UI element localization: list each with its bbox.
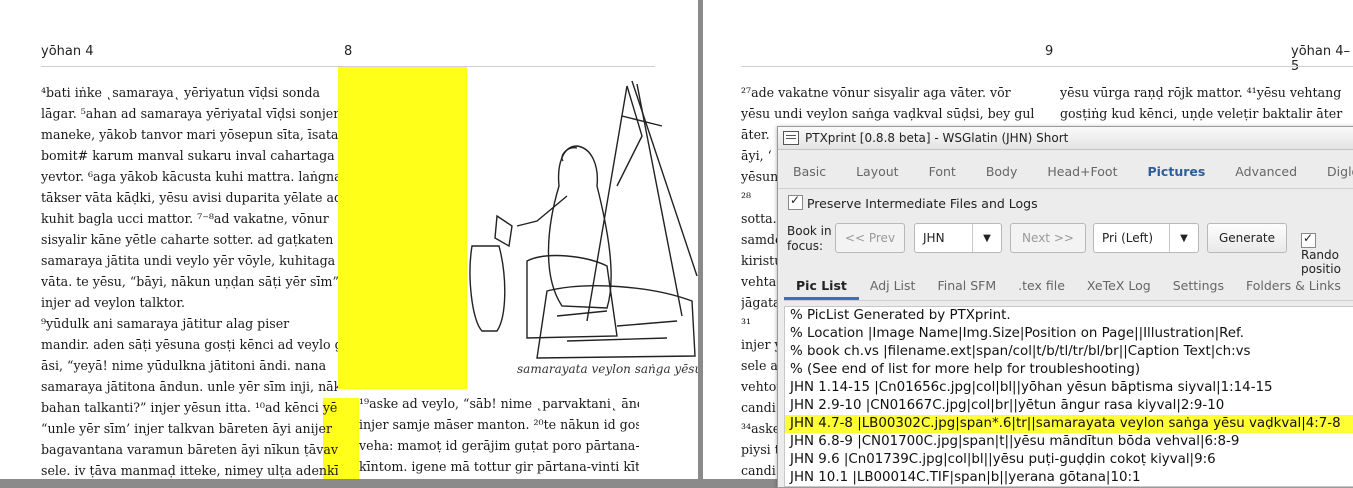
right-running-header: yōhan 4–5 <box>1291 44 1350 74</box>
app-icon <box>783 131 799 145</box>
left-page: yōhan 4 8 ⁴bati iṅke ˛samaraya˛ yēriyatu… <box>0 0 698 479</box>
text-line: bomit# karum manval sukaru inval caharta… <box>41 148 335 163</box>
text-line: yēsu vūrga raṇḍ rōjk mattor. ⁴¹yēsu veht… <box>1060 85 1342 100</box>
book-select-value: JHN <box>923 231 945 245</box>
text-line: injer samje māser manton. ²⁰te nākun id … <box>359 417 639 432</box>
subtab-tex-file[interactable]: .tex file <box>1007 272 1076 300</box>
tab-layout[interactable]: Layout <box>841 159 914 185</box>
piclist-line[interactable]: JHN 2.9-10 |CN01667C.jpg|col|br||yētun ā… <box>785 397 1353 415</box>
piclist-line[interactable]: JHN 10.1 |LB00014C.TIF|span|b||yerana gō… <box>785 469 1353 486</box>
ptxprint-window: PTXprint [0.8.8 beta] - WSGlatin (JHN) S… <box>777 126 1353 488</box>
text-line: kīntom. igene mā tottur gir pārtana-vint… <box>359 459 639 474</box>
tab-head-foot[interactable]: Head+Foot <box>1032 159 1132 185</box>
pri-select-value: Pri (Left) <box>1102 231 1154 245</box>
text-line: mandir. aden sāṭi yēsuna gosṭi kēnci ad … <box>41 337 338 352</box>
piclist-line[interactable]: JHN 1.14-15 |Cn01656c.jpg|col|bl||yōhan … <box>785 379 1353 397</box>
subtab-xetex-log[interactable]: XeTeX Log <box>1076 272 1162 300</box>
tab-advanced[interactable]: Advanced <box>1220 159 1312 185</box>
text-line: ⁹yūdulk ani samaraya jātitur alag piser <box>41 316 290 331</box>
text-line: bagavantana varamun bāreten āyi nīkun ṭā… <box>41 442 338 457</box>
header-rule-right <box>741 66 1353 67</box>
text-line: sisyalir kāne yētle caharte sotter. ad g… <box>41 232 334 247</box>
tab-pictures[interactable]: Pictures <box>1132 159 1220 185</box>
piclist-line[interactable]: JHN 9.6 |Cn01739C.jpg|col|bl||yēsu puṭi-… <box>785 451 1353 469</box>
random-checkbox[interactable] <box>1301 231 1316 248</box>
subtab-folders-links[interactable]: Folders & Links <box>1235 272 1352 300</box>
text-column-right-right-page: yēsu vūrga raṇḍ rōjk mattor. ⁴¹yēsu veht… <box>1060 82 1353 124</box>
window-title: PTXprint [0.8.8 beta] - WSGlatin (JHN) S… <box>805 131 1069 145</box>
tabs-separator <box>778 188 1353 189</box>
preserve-files-option[interactable]: Preserve Intermediate Files and Logs <box>788 193 1038 211</box>
tab-font[interactable]: Font <box>914 159 971 185</box>
text-line: bahan talkanti?” injer yēsun itta. ¹⁰ad … <box>41 400 338 415</box>
text-line: kuhit bagla ucci mattor. ⁷⁻⁸ad vakatne, … <box>41 211 329 226</box>
book-focus-label-line1: Book in <box>787 224 832 238</box>
tab-basic[interactable]: Basic <box>778 159 841 185</box>
chevron-down-icon: ▼ <box>972 224 1001 252</box>
book-focus-label: Book in focus: <box>787 224 832 254</box>
subtab-adj-list[interactable]: Adj List <box>859 272 927 300</box>
piclist-line[interactable]: % book ch.vs |filename.ext|span/col|t/b/… <box>785 343 1353 361</box>
left-page-number: 8 <box>344 44 353 59</box>
generate-button[interactable]: Generate <box>1207 223 1287 253</box>
text-column-right: ¹⁹aske ad veylo, “sāb! nime ˛parvaktani˛… <box>359 393 639 477</box>
next-button[interactable]: Next >> <box>1010 223 1086 253</box>
text-line: ²⁷ade vakatne vōnur sisyalir aga vāter. … <box>741 85 1011 100</box>
text-line: āsi, “yeyā! nime yūdulkna jātitoni āndi.… <box>41 358 327 373</box>
subtab-settings[interactable]: Settings <box>1162 272 1235 300</box>
left-running-header: yōhan 4 <box>41 44 94 59</box>
text-line: ¹⁹aske ad veylo, “sāb! nime ˛parvaktani˛… <box>359 396 639 411</box>
text-line: lāgar. ⁵ahan ad samaraya yēriyatal vīḍsi… <box>41 106 338 121</box>
text-line: tākser vāta kāḍki, yēsu avisi duparita y… <box>41 190 338 205</box>
text-line: ⁴bati iṅke ˛samaraya˛ yēriyatun vīḍsi so… <box>41 85 321 100</box>
text-line: sele. iv ṭāva manmaḍ itteke, nimey ulṭa … <box>41 463 338 478</box>
tab-body[interactable]: Body <box>971 159 1033 185</box>
piclist-line[interactable]: % Location |Image Name|Img.Size|Position… <box>785 325 1353 343</box>
text-line: samaraya jātitona āndun. unle yēr sīm in… <box>41 379 338 394</box>
piclist-line-selected[interactable]: JHN 4.7-8 |LB00302C.jpg|span*.6|tr||sama… <box>785 415 1353 433</box>
main-tabs: Basic Layout Font Body Head+Foot Pictures Adva… <box>778 159 1353 185</box>
subtab-final-sfm[interactable]: Final SFM <box>926 272 1007 300</box>
picture-caption: samarayata veylon saṅga yēsu va <box>517 362 698 376</box>
piclist-line[interactable]: % (See end of list for more help for tro… <box>785 361 1353 379</box>
text-line: yēsu undi veylon saṅga vaḍkval sūḍsi, be… <box>741 106 1035 121</box>
title-bar[interactable]: PTXprint [0.8.8 beta] - WSGlatin (JHN) S… <box>778 127 1353 150</box>
random-position-option[interactable]: Rando positio <box>1301 227 1341 276</box>
text-line: samaraya jātita undi veylo yēr vōyle, ku… <box>41 253 336 268</box>
book-select[interactable]: JHN ▼ <box>914 223 1002 253</box>
tab-diglot-[interactable]: Diglot+ <box>1312 159 1353 185</box>
picture-highlight <box>338 67 467 389</box>
text-line: veha: mamoṭ id gerājim guṭat poro pārtan… <box>359 438 639 453</box>
text-line: yevtor. ⁶aga yākob kācusta kuhi mattra. … <box>41 169 338 184</box>
text-line: vāta. te yēsu, “bāyi, nākun uṇḍan sāṭi y… <box>41 274 338 289</box>
text-line: maneke, yākob tanvor mari yōsepun sīta, … <box>41 127 338 142</box>
woman-at-well-illustration <box>469 80 698 359</box>
subtab-pic-list[interactable]: Pic List <box>784 272 859 300</box>
text-column-left: ⁴bati iṅke ˛samaraya˛ yēriyatun vīḍsi so… <box>41 82 338 479</box>
preserve-checkbox[interactable] <box>788 193 803 210</box>
book-focus-label-line2: focus: <box>787 239 824 253</box>
piclist-line[interactable]: JHN 6.8-9 |CN01700C.jpg|span|t||yēsu mān… <box>785 433 1353 451</box>
text-line: gosṭiṅg kud kēnci, uṇḍe veleṭir baktalir… <box>1060 106 1343 121</box>
prev-button[interactable]: << Prev <box>835 223 905 253</box>
preserve-label: Preserve Intermediate Files and Logs <box>806 196 1038 211</box>
text-line: injer ad veylon talktor. <box>41 295 186 310</box>
right-page-number: 9 <box>1045 44 1054 59</box>
chevron-down-icon: ▼ <box>1169 224 1198 252</box>
piclist-editor[interactable]: % PicList Generated by PTXprint.% Locati… <box>784 306 1353 487</box>
pictures-subtabs: Pic List Adj List Final SFM .tex file XeTeX … <box>784 272 1353 301</box>
text-line: “unle yēr sīm’ injer talkvan bāreten āyi… <box>41 421 333 436</box>
pri-select[interactable]: Pri (Left) ▼ <box>1093 223 1199 253</box>
piclist-line[interactable]: % PicList Generated by PTXprint. <box>785 307 1353 325</box>
